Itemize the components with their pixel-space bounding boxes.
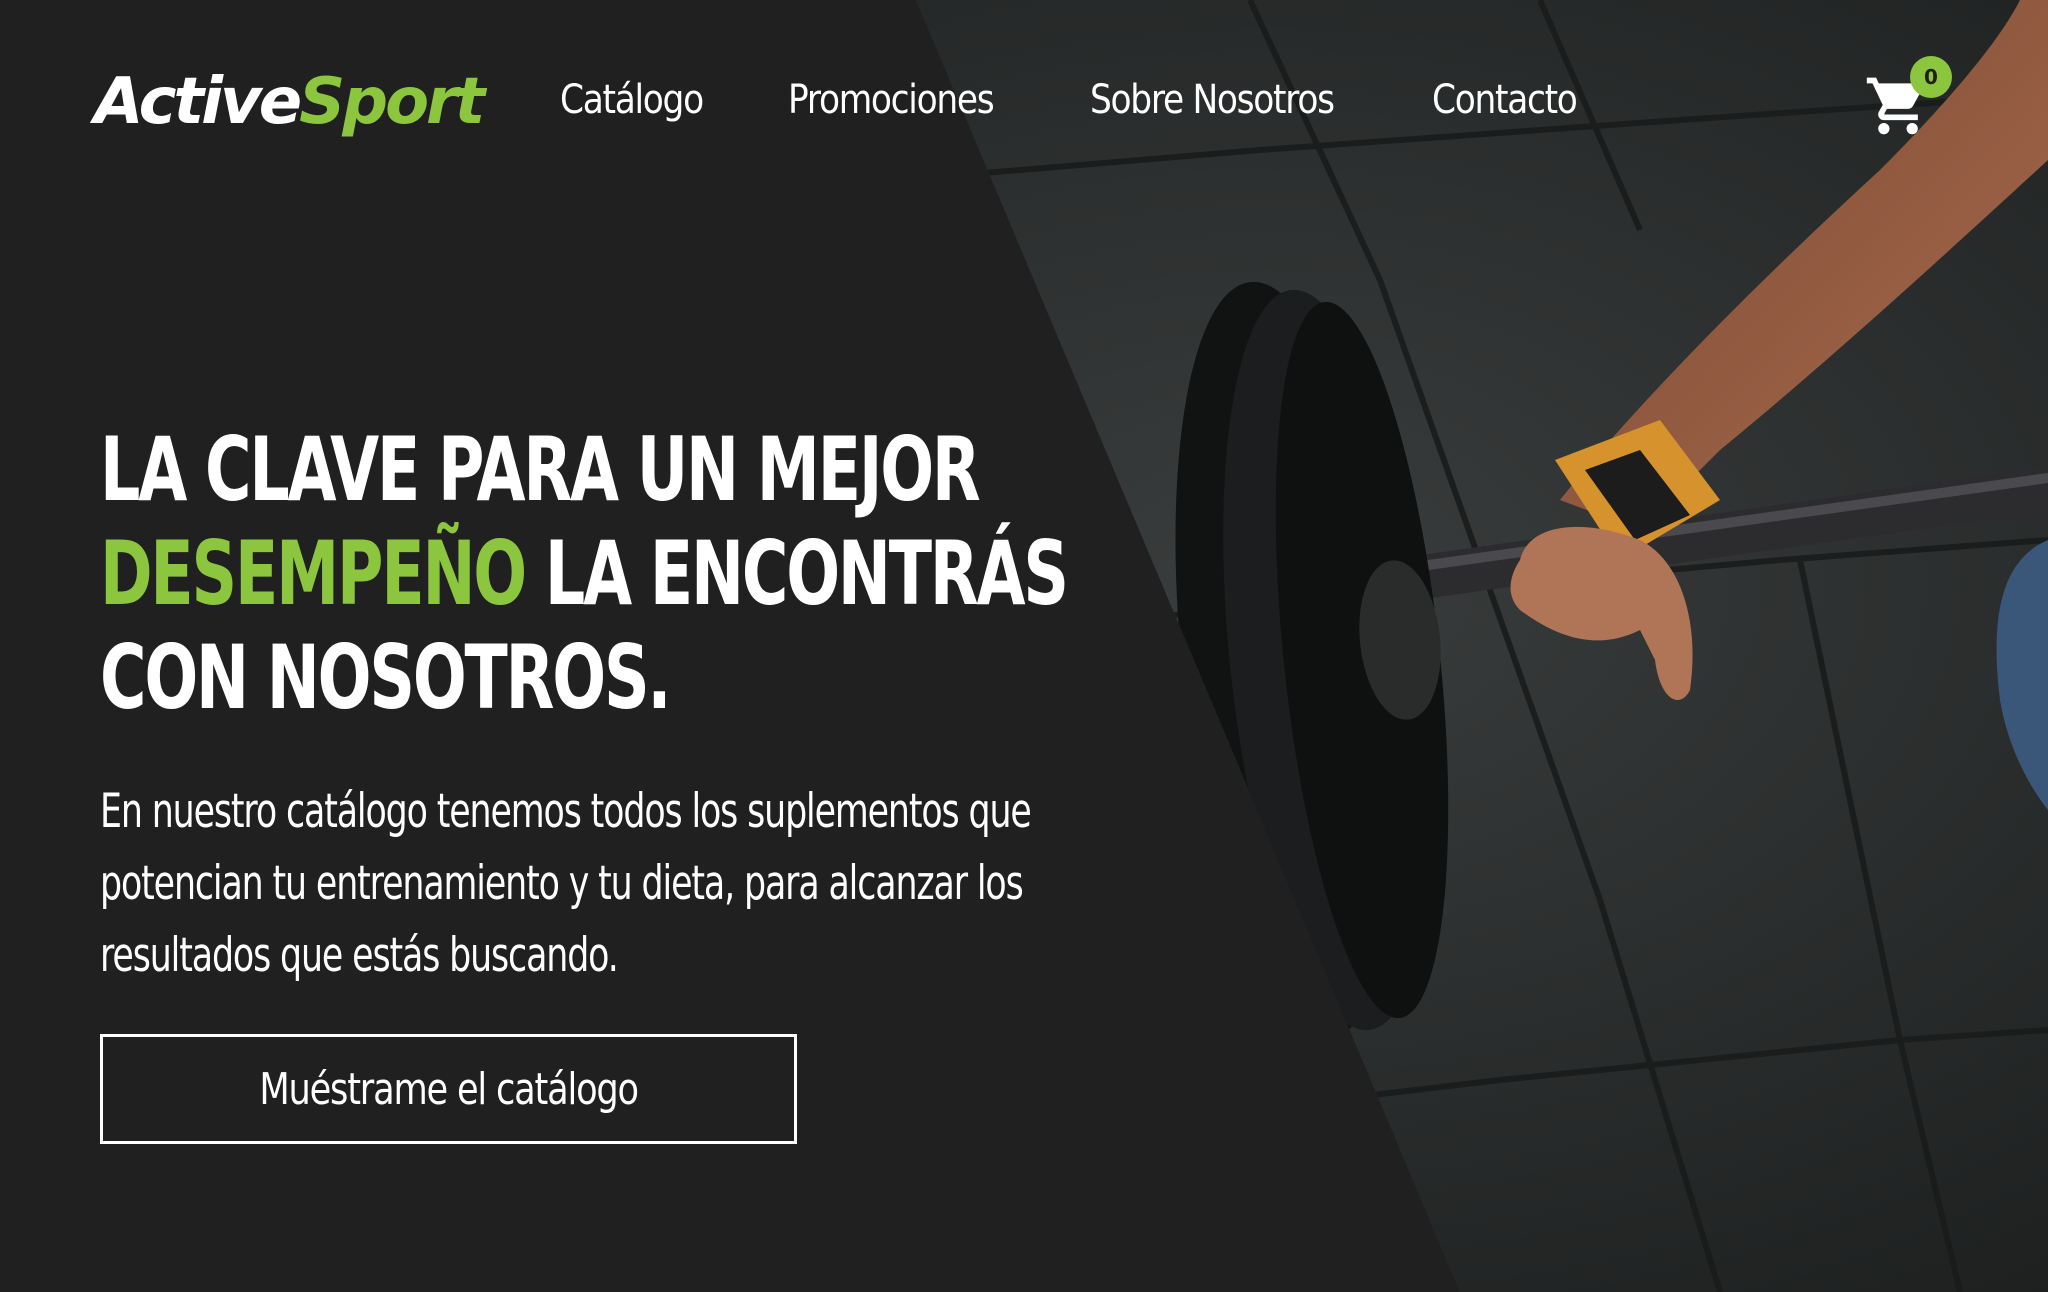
hero-description: En nuestro catálogo tenemos todos los su… xyxy=(100,776,1032,992)
show-catalog-button[interactable]: Muéstrame el catálogo xyxy=(100,1034,797,1144)
nav-item-catalogo[interactable]: Catálogo xyxy=(560,70,704,130)
headline-line-2: DESEMPEÑO LA ENCONTRÁS xyxy=(100,522,1069,626)
hero-headline: LA CLAVE PARA UN MEJOR DESEMPEÑO LA ENCO… xyxy=(100,418,1069,730)
landing-page: ActiveSport Catálogo Promociones Sobre N… xyxy=(0,0,2048,1292)
headline-accent-word: DESEMPEÑO xyxy=(100,522,527,625)
nav-item-contacto[interactable]: Contacto xyxy=(1432,70,1578,130)
nav-item-sobre-nosotros[interactable]: Sobre Nosotros xyxy=(1090,70,1335,130)
brand-logo[interactable]: ActiveSport xyxy=(94,62,485,142)
description-line-1: En nuestro catálogo tenemos todos los su… xyxy=(100,784,1032,839)
description-line-3: resultados que estás buscando. xyxy=(100,928,619,983)
headline-line-1: LA CLAVE PARA UN MEJOR xyxy=(100,418,981,521)
nav-item-promociones[interactable]: Promociones xyxy=(788,70,995,130)
show-catalog-button-label: Muéstrame el catálogo xyxy=(259,1063,639,1115)
headline-line-3: CON NOSOTROS. xyxy=(100,626,671,729)
description-line-2: potencian tu entrenamiento y tu dieta, p… xyxy=(100,856,1024,911)
cart-count-badge: 0 xyxy=(1910,56,1952,98)
headline-line-2-rest: LA ENCONTRÁS xyxy=(525,522,1069,625)
cart-button[interactable]: 0 xyxy=(1864,56,1952,142)
logo-text-primary: Active xyxy=(94,65,302,139)
logo-text-accent: Sport xyxy=(299,65,485,139)
